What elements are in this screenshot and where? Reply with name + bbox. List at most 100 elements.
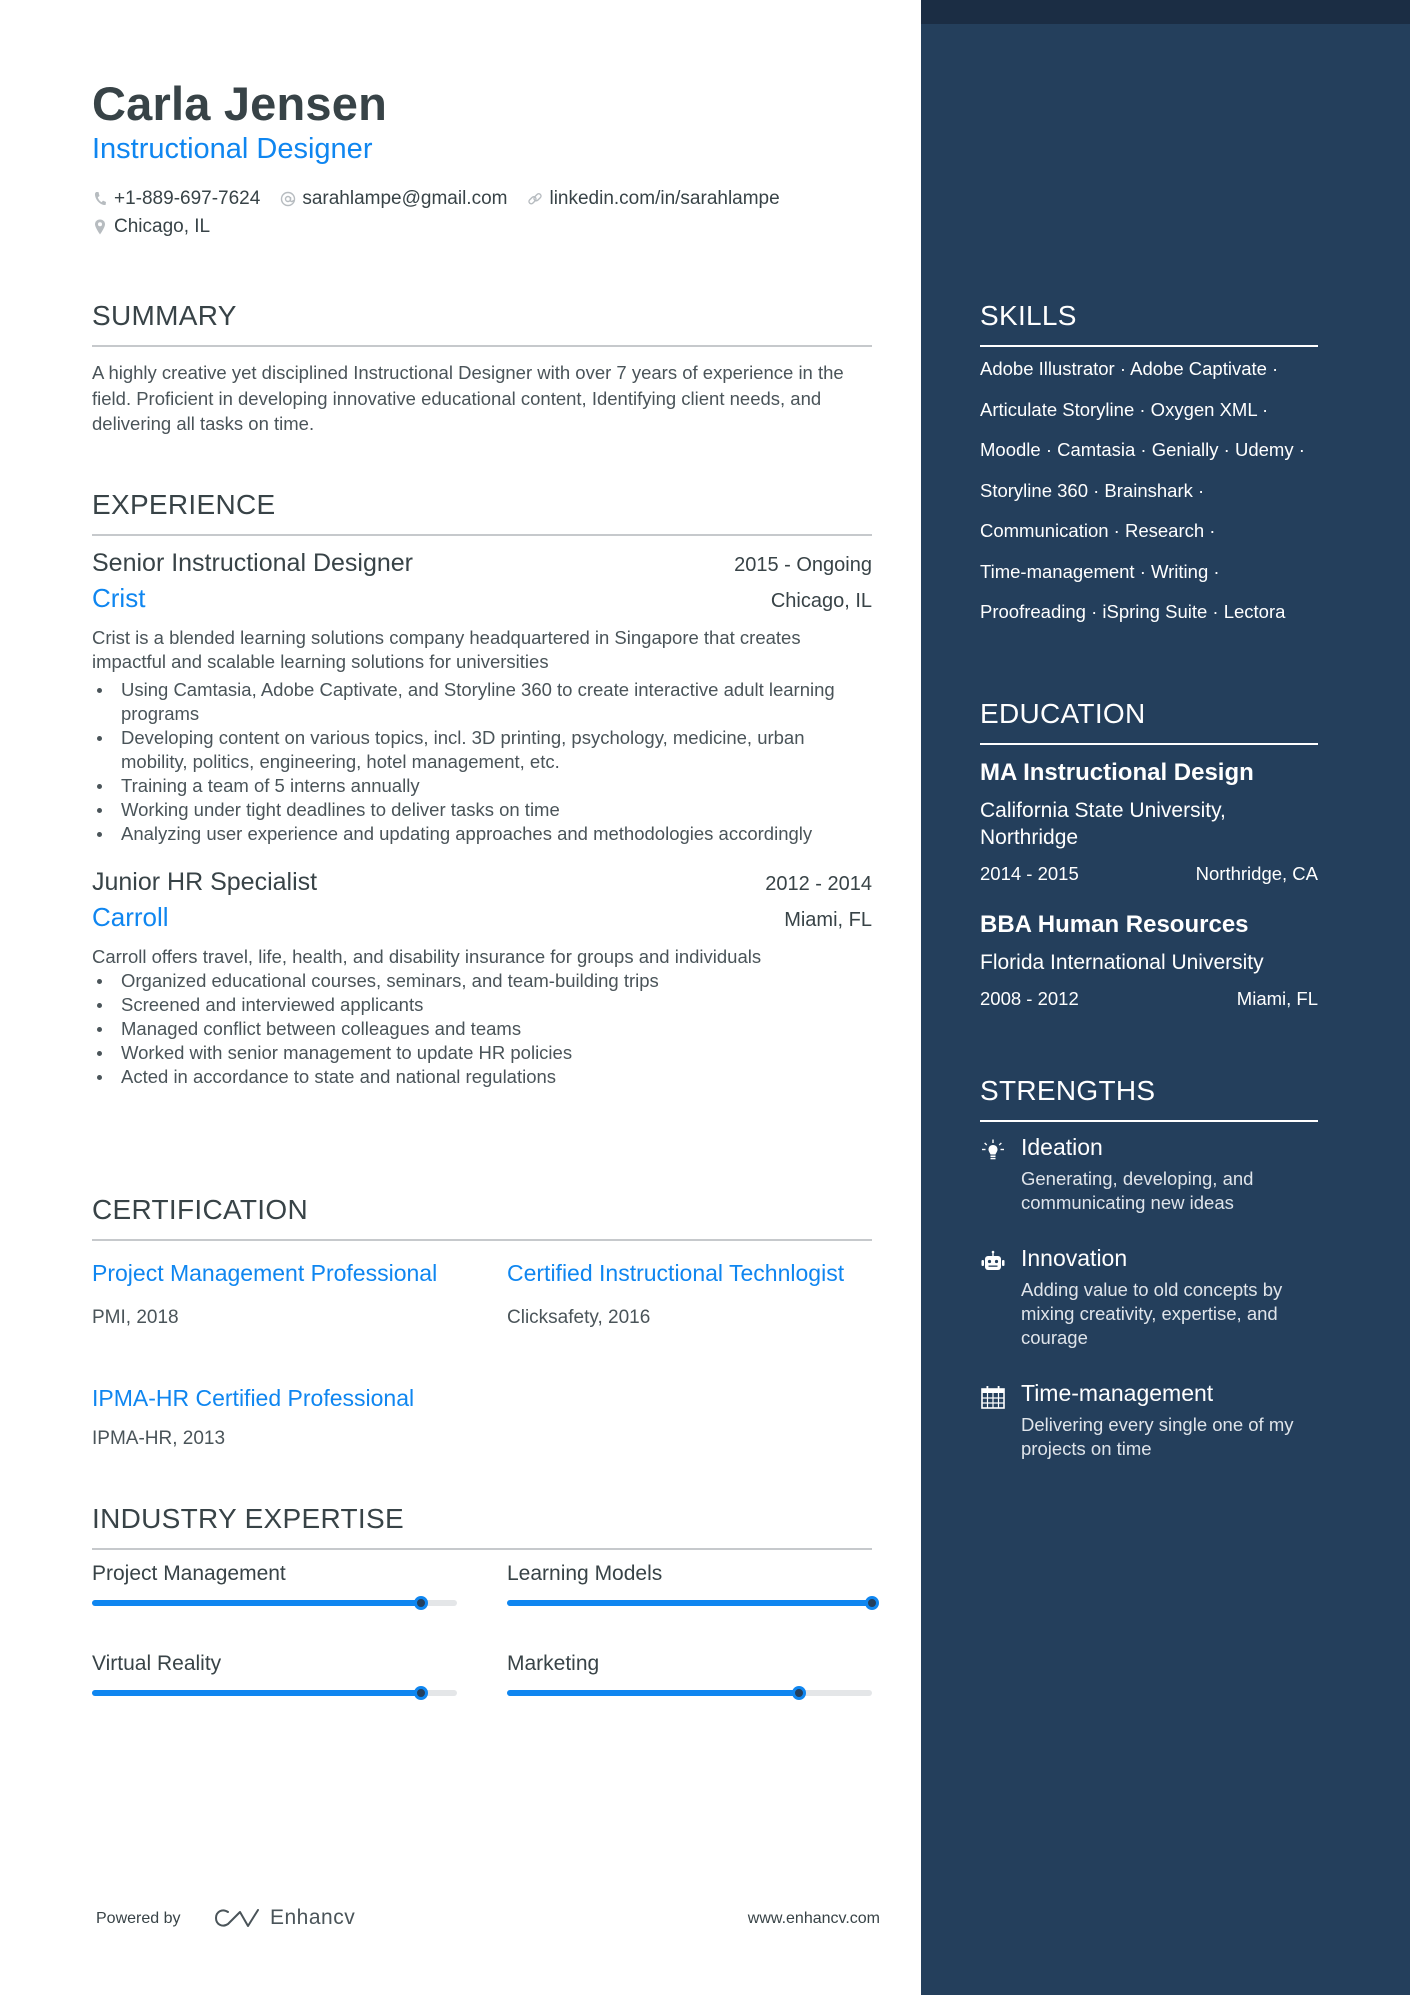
expertise-item: Virtual Reality [92, 1652, 457, 1700]
expertise-label: Virtual Reality [92, 1652, 222, 1675]
bullet-item: Acted in accordance to state and nationa… [92, 1065, 872, 1089]
skill-line: Adobe Illustrator · Adobe Captivate · [980, 358, 1279, 379]
skills-list: Adobe Illustrator · Adobe Captivate · Ar… [980, 349, 1318, 633]
contact-email[interactable]: sarahlampe@gmail.com [280, 188, 507, 210]
divider [92, 1239, 872, 1241]
sidebar: SKILLS Adobe Illustrator · Adobe Captiva… [921, 0, 1410, 1995]
website-link[interactable]: www.enhancv.com [748, 1910, 880, 1928]
job-bullets: Organized educational courses, seminars,… [92, 969, 872, 1089]
job-entry: Junior HR Specialist 2012 - 2014 Carroll… [92, 868, 872, 1089]
education-school: California State University, Northridge [980, 799, 1226, 849]
footer: Powered by Enhancv www.enhancv.com [96, 1906, 880, 1930]
job-company[interactable]: Crist [92, 583, 145, 614]
strength-item: Ideation Generating, developing, and com… [980, 1134, 1318, 1215]
contact-linkedin[interactable]: linkedin.com/in/sarahlampe [527, 188, 780, 210]
job-description: Crist is a blended learning solutions co… [92, 627, 801, 672]
job-location: Chicago, IL [770, 590, 872, 612]
education-location: Miami, FL [1236, 988, 1318, 1009]
strength-description: Generating, developing, and communicatin… [1021, 1168, 1254, 1213]
link-icon [527, 190, 543, 208]
bullet-item: Organized educational courses, seminars,… [92, 969, 872, 993]
candidate-title: Instructional Designer [92, 133, 373, 165]
summary-text: A highly creative yet disciplined Instru… [92, 362, 844, 434]
education-degree: BBA Human Resources [980, 911, 1249, 938]
expertise-bar [507, 1596, 879, 1610]
candidate-name: Carla Jensen [92, 77, 388, 130]
education-degree: MA Instructional Design [980, 759, 1254, 786]
education-item: BBA Human Resources Florida Internationa… [980, 911, 1318, 1010]
location-pin-icon [92, 218, 108, 236]
bullet-item: Screened and interviewed applicants [92, 993, 872, 1017]
enhancv-logo[interactable]: Enhancv [214, 1906, 355, 1930]
job-dates: 2012 - 2014 [765, 873, 872, 895]
skills-section: SKILLS Adobe Illustrator · Adobe Captiva… [980, 300, 1318, 633]
expertise-bar-knob [865, 1596, 879, 1610]
expertise-bar-fill [507, 1600, 872, 1606]
phone-icon [92, 190, 108, 208]
certification-issuer: Clicksafety, 2016 [507, 1307, 651, 1328]
education-meta: 2014 - 2015 Northridge, CA [980, 863, 1318, 885]
skill-line: Time-management · Writing · [980, 560, 1220, 582]
skill-line: Articulate Storyline · Oxygen XML · [980, 398, 1269, 420]
bullet-item: Worked with senior management to update … [92, 1041, 872, 1065]
bullet-item: Analyzing user experience and updating a… [92, 822, 872, 846]
education-dates: 2014 - 2015 [980, 863, 1079, 884]
education-school: Florida International University [980, 951, 1264, 974]
certification-section: CERTIFICATION Project Management Profess… [92, 1194, 872, 1449]
certification-name[interactable]: Project Management Professional [92, 1259, 452, 1287]
job-description: Carroll offers travel, life, health, and… [92, 946, 762, 967]
skill-line: Proofreading · iSpring Suite · Lectora [980, 601, 1286, 622]
job-company[interactable]: Carroll [92, 902, 169, 933]
divider [92, 345, 872, 347]
strength-title: Innovation [1021, 1245, 1128, 1271]
at-icon [280, 190, 296, 208]
bullet-item: Managed conflict between colleagues and … [92, 1017, 872, 1041]
contact-location: Chicago, IL [92, 216, 210, 238]
certification-item: IPMA-HR Certified Professional IPMA-HR, … [92, 1384, 452, 1450]
expertise-item: Marketing [507, 1652, 872, 1700]
robot-icon [980, 1249, 1006, 1275]
divider [980, 345, 1318, 347]
job-dates: 2015 - Ongoing [734, 554, 872, 576]
certification-name[interactable]: IPMA-HR Certified Professional [92, 1384, 452, 1412]
section-title-summary: SUMMARY [92, 300, 237, 331]
expertise-bar [92, 1686, 457, 1700]
job-role: Junior HR Specialist [92, 868, 318, 896]
education-dates: 2008 - 2012 [980, 988, 1079, 1009]
contact-info: +1-889-697-7624 sarahlampe@gmail.com lin… [92, 186, 872, 242]
expertise-bar-knob [413, 1596, 428, 1610]
expertise-label: Marketing [507, 1652, 600, 1675]
experience-section: EXPERIENCE Senior Instructional Designer… [92, 489, 872, 1089]
section-title-education: EDUCATION [980, 698, 1146, 729]
expertise-bar [92, 1596, 457, 1610]
certification-name[interactable]: Certified Instructional Technlogist [507, 1259, 867, 1287]
section-title-skills: SKILLS [980, 300, 1077, 331]
strengths-section: STRENGTHS Ideation Generating, developin… [980, 1075, 1318, 1459]
divider [92, 534, 872, 536]
bullet-item: Developing content on various topics, in… [92, 726, 872, 774]
certification-item: Project Management Professional PMI, 201… [92, 1259, 452, 1329]
job-bullets: Using Camtasia, Adobe Captivate, and Sto… [92, 678, 872, 846]
job-role: Senior Instructional Designer [92, 549, 413, 577]
divider [980, 743, 1318, 745]
strength-item: Innovation Adding value to old concepts … [980, 1245, 1318, 1350]
expertise-bar-fill [92, 1690, 421, 1696]
expertise-label: Project Management [92, 1562, 286, 1585]
lightbulb-icon [980, 1138, 1006, 1164]
certification-item: Certified Instructional Technlogist Clic… [507, 1259, 867, 1329]
skill-line: Moodle · Camtasia · Genially · Udemy · [980, 439, 1305, 460]
brand-name: Enhancv [270, 1906, 356, 1929]
contact-phone[interactable]: +1-889-697-7624 [92, 188, 260, 210]
expertise-bar [507, 1686, 872, 1700]
section-title-experience: EXPERIENCE [92, 489, 276, 520]
sidebar-top-bar [921, 0, 1410, 24]
certification-issuer: IPMA-HR, 2013 [92, 1428, 226, 1449]
bullet-item: Using Camtasia, Adobe Captivate, and Sto… [92, 678, 872, 726]
summary-section: SUMMARY A highly creative yet discipline… [92, 300, 872, 437]
skill-line: Communication · Research · [980, 520, 1216, 541]
enhancv-logo-icon [215, 1909, 259, 1927]
divider [92, 1548, 872, 1550]
certification-issuer: PMI, 2018 [92, 1307, 179, 1328]
education-section: EDUCATION MA Instructional Design Califo… [980, 698, 1318, 1010]
education-location: Northridge, CA [1195, 863, 1318, 884]
